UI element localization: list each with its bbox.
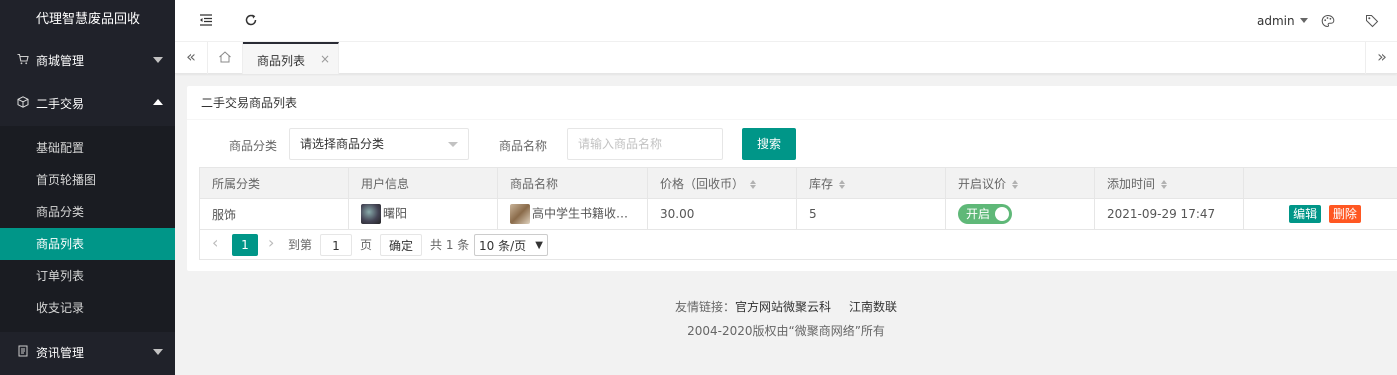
cell-price: 30.00	[647, 198, 797, 230]
category-select-value: 请选择商品分类	[300, 137, 385, 151]
product-name: 高中学生书籍收…	[532, 206, 629, 221]
cube-icon	[16, 95, 30, 111]
goto-page-input[interactable]: 1	[320, 234, 352, 256]
sort-icon[interactable]	[839, 179, 846, 189]
chevron-up-icon	[153, 99, 163, 105]
secondhand-subnav: 基础配置 首页轮播图 商品分类 商品列表 订单列表 收支记录	[0, 126, 175, 332]
table-row: 服饰 曙阳 高中学生书籍收… 30.00 5 开启 2021-09-29 17:…	[199, 198, 1397, 230]
sidebar-item-home-carousel[interactable]: 首页轮播图	[0, 164, 175, 196]
sidebar-item-order-list[interactable]: 订单列表	[0, 260, 175, 292]
tab-label: 商品列表	[257, 54, 306, 68]
tag-icon[interactable]	[1365, 14, 1379, 32]
cell-actions: 编辑 删除	[1243, 198, 1397, 230]
footer-copyright: 2004-2020版权由“微聚商网络”所有	[687, 324, 885, 338]
col-header-stock[interactable]: 库存	[796, 167, 946, 199]
sidebar: 代理智慧废品回收 商城管理 二手交易 基础配置 首页轮播图 商品分类 商品列表 …	[0, 0, 175, 375]
product-thumbnail	[510, 204, 530, 224]
menu-fold-icon[interactable]	[199, 13, 213, 31]
chevron-down-icon	[153, 57, 163, 63]
footer-link-official[interactable]: 官方网站微聚云科	[735, 300, 831, 314]
sort-icon[interactable]	[750, 179, 757, 189]
total-count: 共 1 条	[430, 238, 470, 252]
brand-title: 代理智慧废品回收	[0, 0, 175, 40]
home-tab-button[interactable]	[208, 42, 243, 74]
user-menu[interactable]: admin	[1257, 14, 1308, 28]
user-name: admin	[1257, 14, 1295, 28]
pagination: ‹ 1 › 到第 1 页 确定 共 1 条 10 条/页 ▼	[199, 230, 1397, 260]
nav-group-news[interactable]: 资讯管理	[0, 332, 175, 372]
search-button[interactable]: 搜索	[742, 128, 796, 160]
page-size-select[interactable]: 10 条/页 ▼	[474, 234, 548, 256]
user-avatar	[361, 204, 381, 224]
home-icon	[218, 47, 232, 66]
col-header-category: 所属分类	[199, 167, 349, 199]
col-header-bargain[interactable]: 开启议价	[945, 167, 1095, 199]
category-select[interactable]: 请选择商品分类	[289, 128, 469, 160]
cell-stock: 5	[796, 198, 946, 230]
product-name-input[interactable]	[567, 128, 723, 160]
prev-page-button[interactable]: ‹	[212, 232, 218, 254]
nav-group-label: 资讯管理	[36, 345, 85, 360]
cell-product: 高中学生书籍收…	[497, 198, 648, 230]
tab-bar: « 商品列表 × »	[175, 42, 1397, 74]
edit-button[interactable]: 编辑	[1289, 205, 1322, 223]
goto-label: 到第	[288, 238, 313, 252]
sidebar-item-product-list[interactable]: 商品列表	[0, 228, 175, 260]
caret-down-icon: ▼	[535, 240, 543, 251]
goto-confirm-button[interactable]: 确定	[380, 234, 422, 256]
chevron-down-icon	[448, 142, 458, 147]
col-header-added[interactable]: 添加时间	[1094, 167, 1244, 199]
cell-added-time: 2021-09-29 17:47	[1094, 198, 1244, 230]
double-chevron-right-icon: »	[1377, 47, 1387, 66]
page-1-button[interactable]: 1	[232, 234, 258, 256]
sort-icon[interactable]	[1012, 179, 1019, 189]
col-header-user: 用户信息	[348, 167, 498, 199]
caret-down-icon	[1299, 18, 1308, 23]
user-name: 曙阳	[383, 206, 408, 221]
sidebar-item-basic-config[interactable]: 基础配置	[0, 132, 175, 164]
name-label: 商品名称	[499, 139, 548, 153]
tabs-scroll-right-button[interactable]: »	[1365, 42, 1397, 74]
toggle-knob	[995, 207, 1009, 221]
footer-links-label: 友情链接：	[674, 300, 735, 314]
footer-links: 友情链接：官方网站微聚云科 江南数联	[175, 298, 1397, 322]
page-unit-label: 页	[360, 238, 373, 252]
nav-group-label: 商城管理	[36, 53, 85, 68]
filter-bar: 商品分类 请选择商品分类 商品名称 搜索	[187, 128, 1397, 160]
nav-group-mall[interactable]: 商城管理	[0, 40, 175, 80]
sidebar-item-transactions[interactable]: 收支记录	[0, 292, 175, 324]
table-header-row: 所属分类 用户信息 商品名称 价格（回收币） 库存 开启议价 添加时间	[199, 167, 1397, 199]
product-list-card: 二手交易商品列表 商品分类 请选择商品分类 商品名称 搜索 所属分类 用户信息 …	[187, 86, 1397, 271]
cell-bargain: 开启	[945, 198, 1095, 230]
bargain-toggle[interactable]: 开启	[958, 204, 1012, 224]
col-header-product: 商品名称	[497, 167, 648, 199]
delete-button[interactable]: 删除	[1328, 205, 1361, 223]
sort-icon[interactable]	[1161, 179, 1168, 189]
toggle-label: 开启	[966, 207, 991, 221]
chevron-down-icon	[153, 349, 163, 355]
footer-link-jiangnan[interactable]: 江南数联	[849, 300, 897, 314]
top-header: admin	[175, 0, 1397, 42]
cell-category: 服饰	[199, 198, 349, 230]
category-label: 商品分类	[229, 139, 278, 153]
refresh-icon[interactable]	[244, 13, 258, 31]
tabs-scroll-left-button[interactable]: «	[175, 42, 208, 74]
col-header-price[interactable]: 价格（回收币）	[647, 167, 797, 199]
tab-product-list[interactable]: 商品列表 ×	[243, 42, 339, 74]
next-page-button[interactable]: ›	[268, 232, 274, 254]
nav-group-secondhand[interactable]: 二手交易	[0, 80, 175, 126]
cart-icon	[16, 53, 30, 68]
card-title: 二手交易商品列表	[187, 86, 1397, 120]
page-size-value: 10 条/页	[479, 239, 527, 253]
product-table: 所属分类 用户信息 商品名称 价格（回收币） 库存 开启议价 添加时间 服饰 曙…	[199, 167, 1397, 230]
document-icon	[16, 345, 30, 360]
sidebar-item-product-category[interactable]: 商品分类	[0, 196, 175, 228]
footer: 友情链接：官方网站微聚云科 江南数联 2004-2020版权由“微聚商网络”所有	[175, 298, 1397, 346]
close-icon[interactable]: ×	[320, 52, 330, 66]
palette-icon[interactable]	[1321, 14, 1335, 32]
nav-group-label: 二手交易	[36, 96, 85, 111]
col-header-actions	[1243, 167, 1397, 199]
double-chevron-left-icon: «	[186, 47, 196, 66]
cell-user: 曙阳	[348, 198, 498, 230]
